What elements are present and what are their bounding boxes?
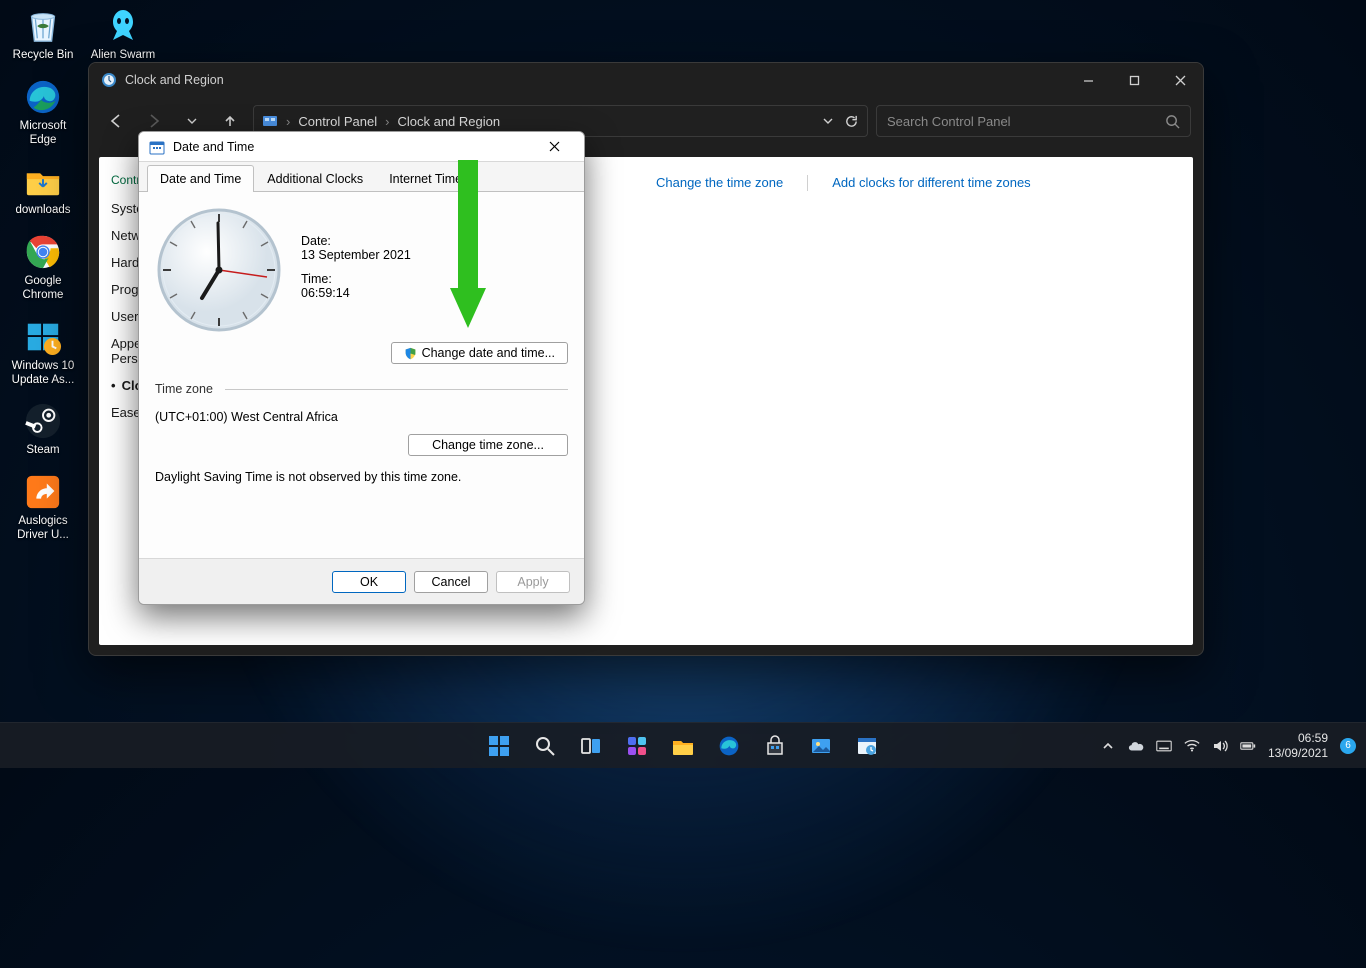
start-button[interactable]: [479, 726, 519, 766]
dialog-tabs: Date and Time Additional Clocks Internet…: [139, 162, 584, 192]
store-button[interactable]: [755, 726, 795, 766]
date-time-info: Date: 13 September 2021 Time: 06:59:14: [301, 206, 411, 310]
tray-date: 13/09/2021: [1268, 746, 1328, 760]
search-icon: [1165, 114, 1180, 129]
onedrive-icon[interactable]: [1128, 738, 1144, 754]
date-label: Date:: [301, 234, 411, 248]
tab-additional-clocks[interactable]: Additional Clocks: [254, 165, 376, 192]
tab-internet-time[interactable]: Internet Time: [376, 165, 475, 192]
settings-datetime-button[interactable]: [847, 726, 887, 766]
dialog-close-button[interactable]: [534, 132, 574, 162]
dialog-titlebar[interactable]: Date and Time: [139, 132, 584, 162]
google-chrome-icon[interactable]: Google Chrome: [6, 232, 80, 303]
tray-time: 06:59: [1268, 731, 1328, 745]
breadcrumb-1[interactable]: Clock and Region: [397, 114, 500, 129]
alienswarm-label: Alien Swarm: [91, 49, 156, 63]
minimize-button[interactable]: [1065, 63, 1111, 97]
time-label: Time:: [301, 272, 411, 286]
close-button[interactable]: [1157, 63, 1203, 97]
apply-button: Apply: [496, 571, 570, 593]
change-tz-label: Change time zone...: [432, 438, 544, 452]
microsoft-edge-icon[interactable]: Microsoft Edge: [6, 77, 80, 148]
taskbar[interactable]: 06:59 13/09/2021 6: [0, 722, 1366, 768]
refresh-icon[interactable]: [844, 114, 859, 129]
clock-region-icon: [101, 72, 117, 88]
breadcrumb-sep-1: ›: [385, 114, 389, 129]
search-placeholder: Search Control Panel: [887, 114, 1165, 129]
winupdate-label: Windows 10 Update As...: [6, 360, 80, 388]
change-timezone-button[interactable]: Change time zone...: [408, 434, 568, 456]
breadcrumb-dropdown-icon[interactable]: [822, 115, 834, 127]
steam-icon[interactable]: Steam: [6, 401, 80, 458]
keyboard-icon[interactable]: [1156, 738, 1172, 754]
analog-clock: [155, 206, 283, 334]
dst-info: Daylight Saving Time is not observed by …: [155, 470, 568, 484]
change-date-time-button[interactable]: Change date and time...: [391, 342, 568, 364]
system-tray: 06:59 13/09/2021 6: [1100, 731, 1356, 760]
uac-shield-icon: [404, 347, 417, 360]
cancel-button[interactable]: Cancel: [414, 571, 488, 593]
edge-label: Microsoft Edge: [6, 120, 80, 148]
change-date-time-label: Change date and time...: [422, 346, 555, 360]
window-title: Clock and Region: [125, 73, 224, 87]
downloads-label: downloads: [16, 204, 71, 218]
dialog-body: Date: 13 September 2021 Time: 06:59:14 C…: [139, 192, 584, 558]
battery-icon[interactable]: [1240, 738, 1256, 754]
tray-clock[interactable]: 06:59 13/09/2021: [1268, 731, 1328, 760]
taskbar-center: [479, 726, 887, 766]
tray-overflow-icon[interactable]: [1100, 738, 1116, 754]
edge-taskbar-button[interactable]: [709, 726, 749, 766]
cp-icon: [262, 113, 278, 129]
file-explorer-button[interactable]: [663, 726, 703, 766]
timezone-value: (UTC+01:00) West Central Africa: [155, 410, 568, 424]
steam-label: Steam: [26, 444, 59, 458]
dialog-title: Date and Time: [173, 140, 254, 154]
tab-date-and-time[interactable]: Date and Time: [147, 165, 254, 192]
back-button[interactable]: [101, 106, 131, 136]
downloads-folder-icon[interactable]: downloads: [6, 161, 80, 218]
widgets-button[interactable]: [617, 726, 657, 766]
auslogics-icon[interactable]: Auslogics Driver U...: [6, 472, 80, 543]
time-value: 06:59:14: [301, 286, 411, 300]
photos-button[interactable]: [801, 726, 841, 766]
windows-update-icon[interactable]: Windows 10 Update As...: [6, 317, 80, 388]
chrome-label: Google Chrome: [6, 275, 80, 303]
link-change-tz[interactable]: Change the time zone: [656, 175, 783, 191]
alien-swarm-icon[interactable]: Alien Swarm: [86, 6, 160, 63]
dialog-footer: OK Cancel Apply: [139, 558, 584, 604]
volume-icon[interactable]: [1212, 738, 1228, 754]
datetime-icon: [149, 139, 165, 155]
link-add-clocks[interactable]: Add clocks for different time zones: [832, 175, 1030, 191]
timezone-section-label: Time zone: [155, 382, 568, 396]
recycle-bin-icon[interactable]: Recycle Bin: [6, 6, 80, 63]
notification-badge[interactable]: 6: [1340, 738, 1356, 754]
recycle-bin-label: Recycle Bin: [13, 49, 74, 63]
maximize-button[interactable]: [1111, 63, 1157, 97]
window-titlebar[interactable]: Clock and Region: [89, 63, 1203, 97]
date-value: 13 September 2021: [301, 248, 411, 262]
breadcrumb-sep-0: ›: [286, 114, 290, 129]
date-time-dialog: Date and Time Date and Time Additional C…: [138, 131, 585, 605]
wifi-icon[interactable]: [1184, 738, 1200, 754]
ok-button[interactable]: OK: [332, 571, 406, 593]
search-taskbar-button[interactable]: [525, 726, 565, 766]
breadcrumb-0[interactable]: Control Panel: [298, 114, 377, 129]
auslogics-label: Auslogics Driver U...: [6, 515, 80, 543]
link-divider: [807, 175, 808, 191]
search-input[interactable]: Search Control Panel: [876, 105, 1191, 137]
task-view-button[interactable]: [571, 726, 611, 766]
